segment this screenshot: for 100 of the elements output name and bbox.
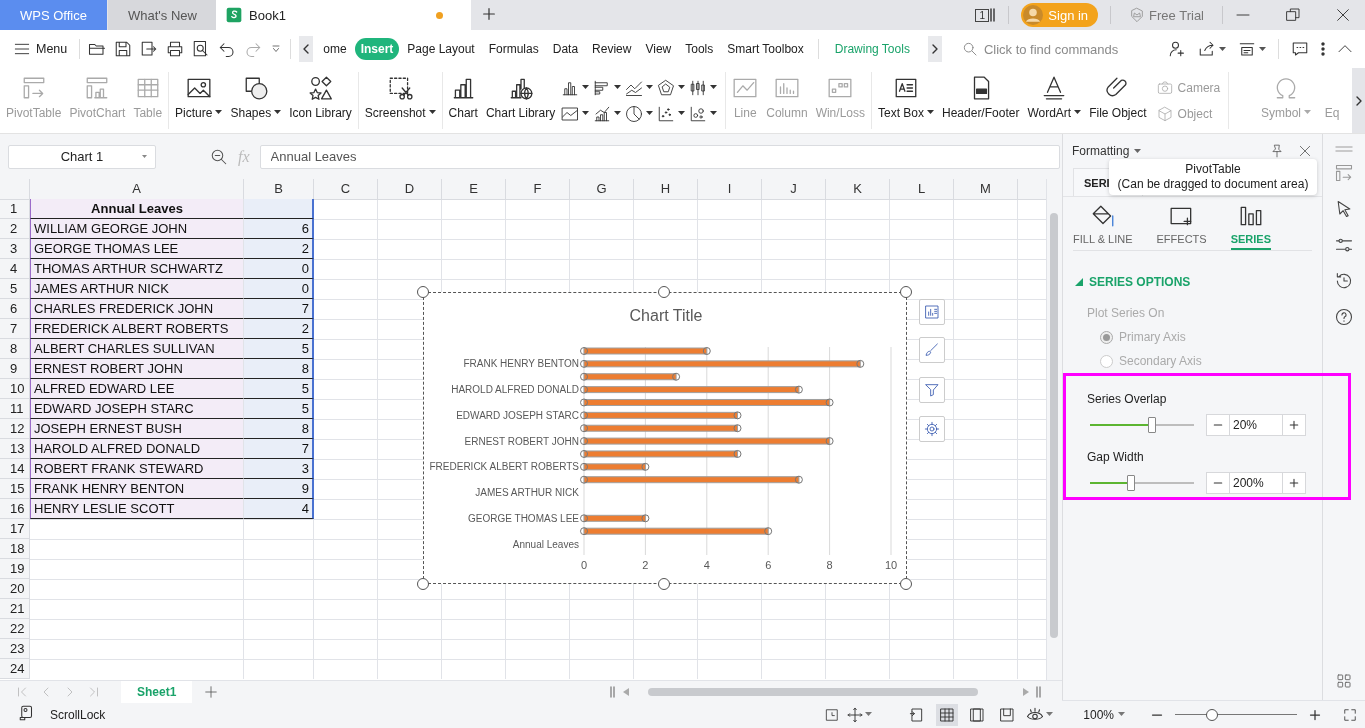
column-header[interactable]: J xyxy=(762,179,826,200)
export-icon[interactable] xyxy=(140,40,159,58)
scroll-right-button[interactable] xyxy=(927,36,942,62)
vertical-scrollbar[interactable] xyxy=(1046,179,1062,680)
row-number[interactable]: 8 xyxy=(0,339,30,359)
value-field[interactable]: 200% xyxy=(1230,472,1282,494)
formula-field[interactable]: Annual Leaves xyxy=(259,144,1060,169)
zoom-slider[interactable] xyxy=(1175,708,1297,721)
ribbon-button[interactable]: Icon Library xyxy=(285,72,356,129)
value-field[interactable]: 20% xyxy=(1230,414,1282,436)
undo-icon[interactable] xyxy=(218,40,237,58)
ribbon-tab[interactable]: Tools xyxy=(679,38,720,60)
column-header[interactable]: H xyxy=(634,179,698,200)
row-number[interactable]: 3 xyxy=(0,239,30,259)
add-user-icon[interactable] xyxy=(1168,40,1186,58)
column-header[interactable]: D xyxy=(378,179,442,200)
ribbon-tab[interactable]: ome xyxy=(317,38,353,60)
add-icon[interactable] xyxy=(481,5,497,22)
row-number[interactable]: 13 xyxy=(0,439,30,459)
ribbon-button[interactable]: File Object xyxy=(1085,72,1151,129)
decrement-button[interactable] xyxy=(1206,414,1230,436)
menu-button[interactable]: Menu xyxy=(14,41,68,57)
resize-handle[interactable] xyxy=(417,286,429,298)
scroll-left-icon[interactable] xyxy=(622,687,630,696)
row-number[interactable]: 24 xyxy=(0,659,30,679)
row-number[interactable]: 12 xyxy=(0,419,30,439)
zoom-in-icon[interactable] xyxy=(1309,708,1321,721)
slider[interactable] xyxy=(1090,475,1194,491)
document-tab[interactable]: Book1 xyxy=(216,0,471,30)
redo-icon[interactable] xyxy=(244,40,263,58)
zoom-level-button[interactable]: 100% xyxy=(1083,707,1125,722)
chart-tool-button[interactable] xyxy=(919,299,945,325)
bar[interactable] xyxy=(583,514,646,522)
row-number[interactable]: 17 xyxy=(0,519,30,539)
ribbon-button[interactable]: Picture xyxy=(171,72,227,129)
row-number[interactable]: 2 xyxy=(0,219,30,239)
ribbon-tab[interactable]: Smart Toolbox xyxy=(721,38,810,60)
freeze-panes-icon[interactable] xyxy=(847,706,864,723)
column-header[interactable]: M xyxy=(954,179,1018,200)
view-mode-button[interactable] xyxy=(936,703,959,726)
more-vertical-icon[interactable] xyxy=(1321,40,1325,58)
bar[interactable] xyxy=(583,347,708,355)
increment-button[interactable] xyxy=(1282,414,1306,436)
row-number[interactable]: 15 xyxy=(0,479,30,499)
slider-thumb[interactable] xyxy=(1205,708,1218,721)
search-field[interactable]: Click to find commands xyxy=(981,40,1136,58)
ribbon-tab[interactable]: Data xyxy=(546,38,585,60)
bar[interactable] xyxy=(583,437,831,445)
resize-handle[interactable] xyxy=(417,578,429,590)
row-number[interactable]: 6 xyxy=(0,299,30,319)
scroll-right-button[interactable] xyxy=(1352,68,1365,133)
resize-handle[interactable] xyxy=(658,286,670,298)
row-number[interactable]: 16 xyxy=(0,499,30,519)
decrement-button[interactable] xyxy=(1206,472,1230,494)
increment-button[interactable] xyxy=(1282,472,1306,494)
fullscreen-icon[interactable] xyxy=(1343,707,1357,722)
name-box[interactable]: Chart 1 xyxy=(8,144,156,169)
ribbon-button[interactable]: Header/Footer xyxy=(938,72,1024,129)
row-number[interactable]: 23 xyxy=(0,639,30,659)
row-number[interactable]: 1 xyxy=(0,199,30,219)
column-header[interactable]: L xyxy=(890,179,954,200)
row-number[interactable]: 18 xyxy=(0,539,30,559)
document-tab[interactable]: What's New xyxy=(108,0,216,30)
chart-tool-button[interactable] xyxy=(919,377,945,403)
column-header[interactable]: G xyxy=(570,179,634,200)
ribbon-tab[interactable]: Formulas xyxy=(482,38,545,60)
column-header[interactable]: I xyxy=(698,179,762,200)
resize-handle[interactable] xyxy=(900,578,912,590)
row-number[interactable]: 9 xyxy=(0,359,30,379)
slider-thumb[interactable] xyxy=(1126,475,1135,491)
row-number[interactable]: 11 xyxy=(0,399,30,419)
pane-title[interactable]: Formatting xyxy=(1072,144,1130,158)
ribbon-tab[interactable]: Page Layout xyxy=(401,38,481,60)
slider-thumb[interactable] xyxy=(1148,417,1157,433)
bar[interactable] xyxy=(583,450,738,458)
row-number[interactable]: 10 xyxy=(0,379,30,399)
bar[interactable] xyxy=(583,386,800,394)
ribbon-button[interactable]: Screenshot xyxy=(360,72,440,129)
pin-icon[interactable] xyxy=(1270,144,1284,158)
share-icon[interactable] xyxy=(1198,40,1216,58)
bar[interactable] xyxy=(583,424,738,432)
ribbon-button[interactable]: WordArt xyxy=(1023,72,1086,129)
selection-handles[interactable] xyxy=(580,347,865,536)
scroll-left-button[interactable] xyxy=(299,36,314,62)
chart-frame[interactable]: Chart Title 0 2 4 6 8 10 FRANK HENRY BENTON HAROLD ALFRED DONALD EDWARD JOSEPH STARC ERNEST ROBERT JOHN FREDERICK ALBERT ROBERTS JAMES ARTHUR NICK GEORGE THOMAS LEE Annual Leaves xyxy=(423,292,907,584)
column-header[interactable]: F xyxy=(506,179,570,200)
ribbon-button[interactable]: Chart Library xyxy=(481,72,560,129)
column-header[interactable]: K xyxy=(826,179,890,200)
bar[interactable] xyxy=(583,527,769,535)
restore-icon[interactable] xyxy=(1285,7,1301,23)
row-number[interactable]: 19 xyxy=(0,559,30,579)
format-tab[interactable]: FILL & LINE xyxy=(1073,203,1133,250)
row-number[interactable]: 20 xyxy=(0,579,30,599)
bar[interactable] xyxy=(583,360,861,368)
row-number[interactable]: 14 xyxy=(0,459,30,479)
ribbon-button[interactable]: Chart xyxy=(444,72,482,129)
column-header[interactable]: C xyxy=(314,179,378,200)
close-icon[interactable] xyxy=(1298,144,1312,158)
window-count[interactable]: 1 xyxy=(975,8,990,22)
column-header[interactable]: E xyxy=(442,179,506,200)
